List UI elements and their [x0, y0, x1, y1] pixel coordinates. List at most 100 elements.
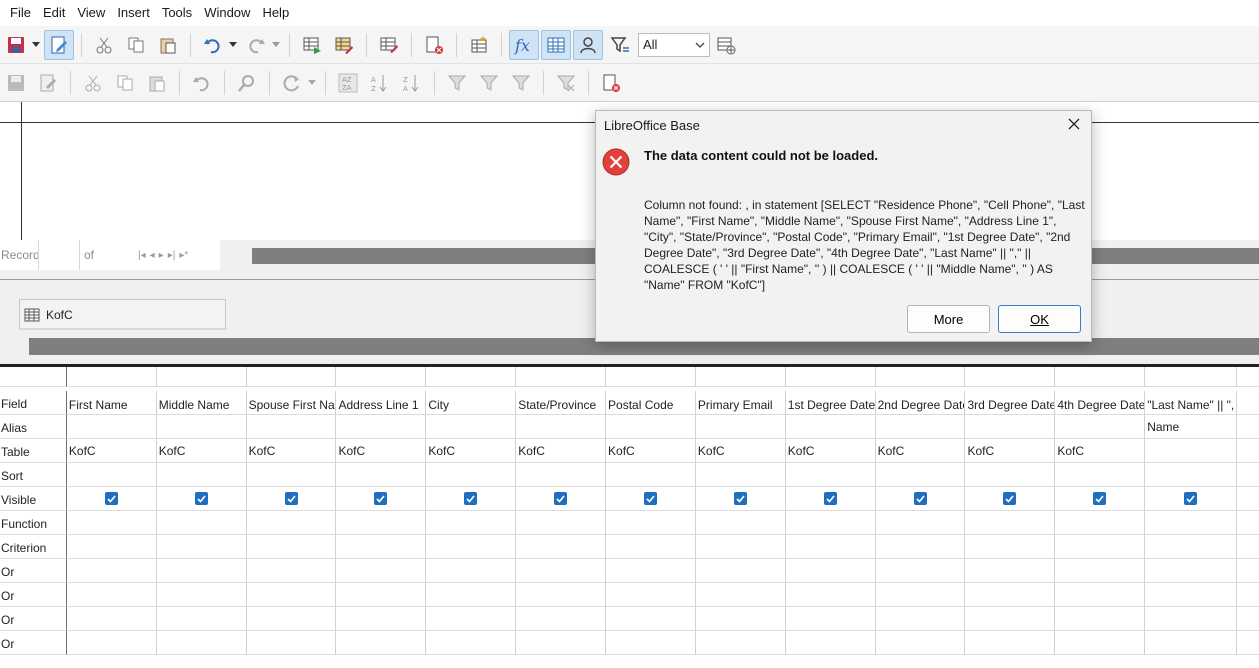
or-cell[interactable]: [785, 583, 876, 607]
visible-checkbox[interactable]: [823, 492, 837, 505]
visible-checkbox[interactable]: [284, 492, 298, 505]
visible-checkbox[interactable]: [194, 492, 208, 505]
or-cell[interactable]: [246, 559, 337, 583]
visible-checkbox[interactable]: [1093, 492, 1107, 505]
table-cell[interactable]: KofC: [1055, 439, 1146, 463]
function-cell[interactable]: [66, 511, 157, 535]
column-header[interactable]: [785, 367, 876, 387]
or-cell[interactable]: [156, 583, 247, 607]
or-cell[interactable]: [1055, 607, 1146, 631]
alias-cell[interactable]: [246, 415, 337, 439]
function-cell[interactable]: [246, 511, 337, 535]
criterion-cell[interactable]: [1145, 535, 1238, 559]
visible-checkbox[interactable]: [733, 492, 747, 505]
visible-checkbox[interactable]: [374, 492, 388, 505]
criterion-cell[interactable]: [246, 535, 337, 559]
field-cell[interactable]: [1237, 391, 1259, 415]
first-record-icon[interactable]: |◂: [138, 250, 146, 261]
visible-checkbox[interactable]: [1184, 492, 1198, 505]
table-cell[interactable]: KofC: [965, 439, 1056, 463]
visible-checkbox[interactable]: [554, 492, 568, 505]
sort-cell[interactable]: [875, 463, 966, 487]
table-name-button[interactable]: [541, 29, 571, 60]
standard-filter-button[interactable]: [506, 68, 536, 98]
sort-cell[interactable]: [426, 463, 517, 487]
criterion-cell[interactable]: [695, 535, 786, 559]
column-header[interactable]: [606, 367, 696, 387]
function-cell[interactable]: [785, 511, 876, 535]
or-cell[interactable]: [1055, 631, 1146, 655]
or-cell[interactable]: [1055, 559, 1146, 583]
close-document-button[interactable]: [419, 30, 449, 60]
menu-file[interactable]: File: [4, 0, 37, 26]
alias-cell[interactable]: [156, 415, 247, 439]
alias-cell[interactable]: [426, 415, 517, 439]
or-cell[interactable]: [875, 607, 966, 631]
sort-descending-button[interactable]: ZA: [397, 68, 427, 98]
or-cell[interactable]: [336, 559, 427, 583]
table-cell[interactable]: KofC: [156, 439, 247, 463]
design-view-button[interactable]: [374, 30, 404, 60]
undo-button[interactable]: [198, 30, 228, 60]
criterion-cell[interactable]: [156, 535, 247, 559]
sort-cell[interactable]: [246, 463, 337, 487]
table-cell[interactable]: [1145, 439, 1238, 463]
or-cell[interactable]: [695, 559, 786, 583]
or-cell[interactable]: [1237, 631, 1259, 655]
table-cell[interactable]: KofC: [875, 439, 966, 463]
sort-cell[interactable]: [516, 463, 607, 487]
table-cell[interactable]: KofC: [426, 439, 517, 463]
sort-cell[interactable]: [965, 463, 1056, 487]
criterion-cell[interactable]: [785, 535, 876, 559]
criterion-cell[interactable]: [516, 535, 607, 559]
alias-cell[interactable]: [875, 415, 966, 439]
run-query-button[interactable]: [297, 30, 327, 60]
table-cell[interactable]: KofC: [606, 439, 696, 463]
or-cell[interactable]: [156, 559, 247, 583]
table-window-kofc[interactable]: KofC: [19, 299, 227, 330]
functions-button[interactable]: fx: [509, 29, 539, 60]
new-record-icon[interactable]: ▸*: [179, 250, 188, 261]
edit-record-button[interactable]: [33, 68, 63, 98]
or-cell[interactable]: [246, 607, 337, 631]
or-cell[interactable]: [66, 607, 157, 631]
criterion-cell[interactable]: [1055, 535, 1146, 559]
add-tables-button[interactable]: [464, 30, 494, 60]
column-header[interactable]: [336, 367, 427, 387]
previous-record-icon[interactable]: ◂: [150, 250, 155, 261]
more-button[interactable]: More: [907, 305, 990, 333]
or-cell[interactable]: [1055, 583, 1146, 607]
or-cell[interactable]: [785, 631, 876, 655]
or-cell[interactable]: [516, 631, 607, 655]
function-cell[interactable]: [516, 511, 607, 535]
paste-record-button[interactable]: [142, 68, 172, 98]
or-cell[interactable]: [875, 631, 966, 655]
or-cell[interactable]: [246, 583, 337, 607]
alias-cell[interactable]: [785, 415, 876, 439]
column-header[interactable]: [516, 367, 607, 387]
sort-cell[interactable]: [695, 463, 786, 487]
autofilter-button[interactable]: [442, 68, 472, 98]
undo-dropdown[interactable]: [227, 30, 239, 60]
field-cell[interactable]: 1st Degree Date: [785, 391, 876, 415]
column-header[interactable]: [246, 367, 337, 387]
sql-view-button[interactable]: [711, 30, 741, 60]
or-cell[interactable]: [1145, 583, 1238, 607]
alias-cell[interactable]: [516, 415, 607, 439]
column-header[interactable]: [695, 367, 786, 387]
or-cell[interactable]: [336, 583, 427, 607]
sort-cell[interactable]: [606, 463, 696, 487]
or-cell[interactable]: [516, 559, 607, 583]
cut-record-button[interactable]: [78, 68, 108, 98]
undo-record-button[interactable]: [187, 68, 217, 98]
or-cell[interactable]: [516, 607, 607, 631]
save-dropdown[interactable]: [30, 30, 42, 60]
edit-mode-button[interactable]: [44, 29, 74, 60]
save-record-button[interactable]: [1, 68, 31, 98]
field-cell[interactable]: 2nd Degree Date: [875, 391, 966, 415]
table-cell[interactable]: KofC: [785, 439, 876, 463]
sort-cell[interactable]: [66, 463, 157, 487]
or-cell[interactable]: [606, 607, 696, 631]
or-cell[interactable]: [426, 631, 517, 655]
or-cell[interactable]: [246, 631, 337, 655]
